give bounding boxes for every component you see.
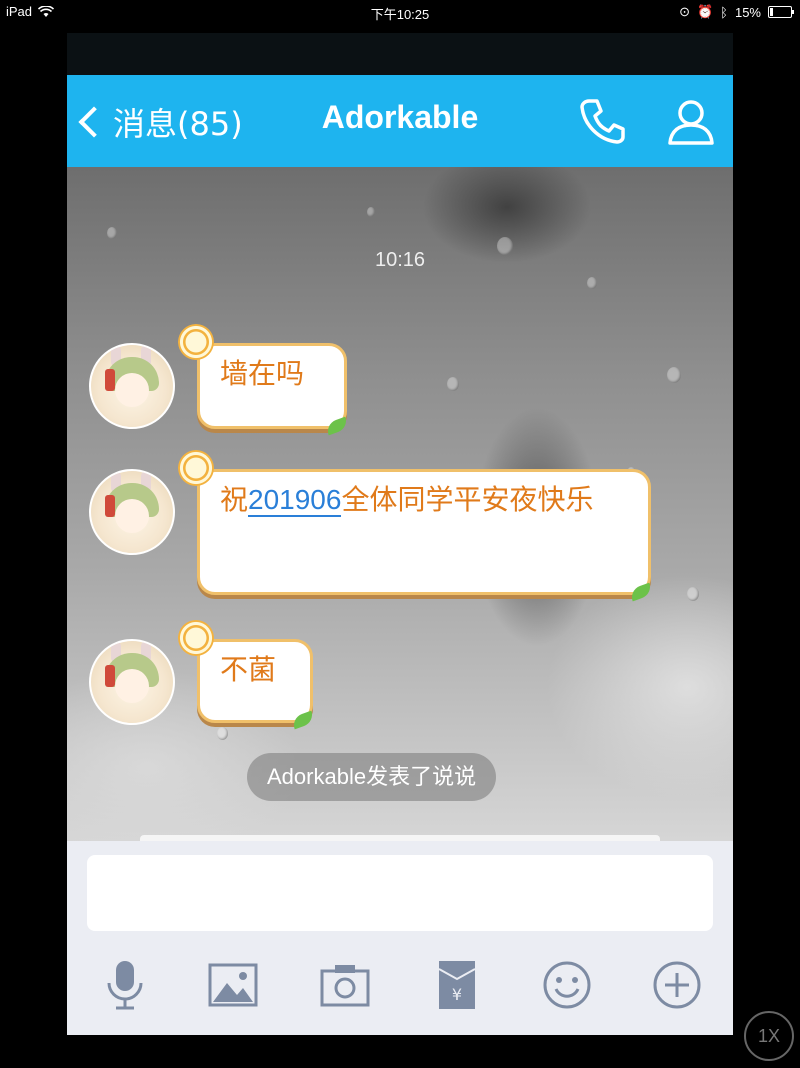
bluetooth-icon: ᛒ <box>720 4 728 20</box>
camera-icon[interactable] <box>317 957 373 1013</box>
alarm-icon: ⏰ <box>696 4 714 19</box>
message-input[interactable] <box>87 855 713 931</box>
microphone-icon[interactable] <box>97 957 153 1013</box>
rain-drop <box>217 727 228 740</box>
avatar[interactable] <box>89 639 175 725</box>
rain-drop <box>447 377 459 391</box>
system-notice: Adorkable发表了说说 <box>247 753 497 801</box>
rain-drop <box>687 587 699 601</box>
message-bubble[interactable]: 墙在吗 <box>178 324 350 436</box>
zoom-button[interactable]: 1X <box>744 1011 794 1061</box>
leaf-decoration-icon <box>290 710 316 730</box>
message-link[interactable]: 201906 <box>248 484 342 517</box>
page-title: Adorkable <box>321 99 479 135</box>
message-bubble[interactable]: 祝201906全体同学平安夜快乐 <box>178 450 654 602</box>
leaf-decoration-icon <box>324 416 350 436</box>
avatar[interactable] <box>89 469 175 555</box>
battery-percent: 15% <box>734 4 761 20</box>
svg-text:¥: ¥ <box>452 985 462 1004</box>
message-timestamp: 10:16 <box>374 249 426 271</box>
battery-icon <box>768 6 794 18</box>
rotation-lock-icon: ⊙ <box>679 4 690 19</box>
status-bar: iPad 下午10:25 ⊙ ⏰ ᛒ 15% <box>0 0 800 24</box>
red-packet-icon[interactable]: ¥ <box>429 957 485 1013</box>
sun-decoration-icon <box>178 620 214 656</box>
message-bubble[interactable]: 不菌 <box>178 620 316 730</box>
message-text: 墙在吗 <box>220 357 305 390</box>
image-icon[interactable] <box>205 957 261 1013</box>
sun-decoration-icon <box>178 450 214 486</box>
nav-bar: 消息(85) Adorkable <box>67 75 733 167</box>
message-text-prefix: 祝 <box>220 483 249 516</box>
rain-drop <box>107 227 117 239</box>
input-toolbar: ¥ <box>67 957 733 1017</box>
message-text-suffix: 全体同学平安夜快乐 <box>341 483 594 516</box>
app-top-strip <box>67 33 733 75</box>
chat-app: 消息(85) Adorkable 10:16 墙在吗 祝201906全体同学平安… <box>67 33 733 1035</box>
rain-drop <box>667 367 681 383</box>
input-area: ¥ <box>67 841 733 1035</box>
avatar[interactable] <box>89 343 175 429</box>
chat-area[interactable]: 10:16 墙在吗 祝201906全体同学平安夜快乐 不菌 Adorkable发… <box>67 167 733 841</box>
emoji-icon[interactable] <box>539 957 595 1013</box>
leaf-decoration-icon <box>628 582 654 602</box>
phone-icon[interactable] <box>577 95 629 147</box>
sun-decoration-icon <box>178 324 214 360</box>
message-text: 不菌 <box>220 653 277 686</box>
plus-icon[interactable] <box>649 957 705 1013</box>
user-icon[interactable] <box>665 95 717 147</box>
rain-drop <box>367 207 375 217</box>
rain-drop <box>587 277 597 289</box>
